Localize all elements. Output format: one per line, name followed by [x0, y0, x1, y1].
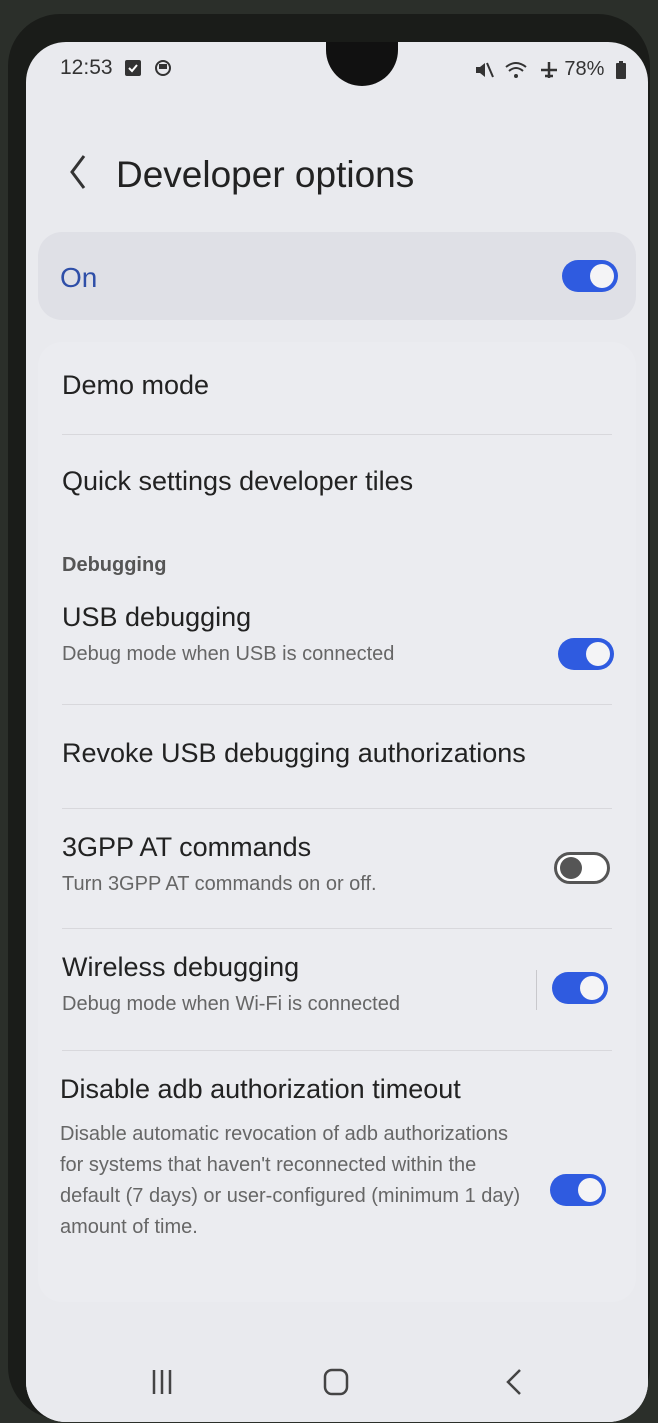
usb-debugging-item[interactable]: USB debugging Debug mode when USB is con… [62, 602, 602, 686]
item-separator [536, 970, 537, 1010]
divider [62, 808, 612, 809]
quick-settings-tiles-item[interactable]: Quick settings developer tiles [62, 466, 413, 497]
adb-timeout-subtitle: Disable automatic revocation of adb auth… [60, 1123, 521, 1238]
divider [62, 704, 612, 705]
divider [62, 1050, 612, 1051]
wireless-debugging-subtitle: Debug mode when Wi-Fi is connected [62, 993, 400, 1015]
adb-timeout-title: Disable adb authorization timeout [60, 1074, 461, 1104]
usb-debugging-title: USB debugging [62, 602, 252, 632]
chevron-left-icon [70, 155, 86, 189]
sync-icon [155, 60, 172, 77]
navigation-bar [26, 1342, 648, 1422]
recent-apps-icon [152, 1370, 172, 1394]
developer-options-master-switch[interactable]: On [38, 232, 636, 320]
status-bar-right: 78% [468, 58, 626, 81]
nav-back-button[interactable] [490, 1356, 542, 1408]
adb-authorization-timeout-item[interactable]: Disable adb authorization timeout Disabl… [60, 1074, 530, 1284]
status-time: 12:53 [60, 56, 113, 79]
back-arrow-icon [506, 1369, 521, 1395]
back-button[interactable] [62, 146, 94, 198]
airplane-icon [540, 61, 557, 78]
at-commands-item[interactable]: 3GPP AT commands Turn 3GPP AT commands o… [62, 832, 582, 910]
mute-icon [475, 62, 494, 78]
home-button[interactable] [310, 1356, 362, 1408]
at-commands-toggle[interactable] [554, 852, 610, 884]
recent-apps-button[interactable] [136, 1356, 188, 1408]
demo-mode-item[interactable]: Demo mode [62, 370, 209, 401]
at-commands-title: 3GPP AT commands [62, 832, 312, 862]
wireless-debugging-title: Wireless debugging [62, 952, 300, 982]
notification-icon [125, 60, 142, 77]
master-toggle[interactable] [562, 260, 618, 292]
status-bar-left: 12:53 [60, 56, 172, 80]
usb-debugging-toggle[interactable] [558, 638, 614, 670]
revoke-usb-authorizations-item[interactable]: Revoke USB debugging authorizations [62, 738, 526, 769]
phone-frame: 12:53 78% Developer options On Demo mode… [8, 14, 650, 1422]
usb-debugging-subtitle: Debug mode when USB is connected [62, 643, 395, 665]
debugging-section-header: Debugging [62, 554, 167, 576]
wireless-debugging-item[interactable]: Wireless debugging Debug mode when Wi-Fi… [62, 952, 532, 1032]
camera-notch [326, 42, 398, 86]
at-commands-subtitle: Turn 3GPP AT commands on or off. [62, 873, 377, 895]
settings-list: Demo mode Quick settings developer tiles… [38, 342, 636, 1302]
master-switch-label: On [60, 262, 98, 293]
battery-percent: 78% [564, 58, 605, 80]
screen: 12:53 78% Developer options On Demo mode… [26, 42, 648, 1422]
wireless-debugging-toggle[interactable] [552, 972, 608, 1004]
adb-timeout-toggle[interactable] [550, 1174, 606, 1206]
home-icon [323, 1368, 349, 1396]
battery-icon [616, 60, 626, 79]
wifi-icon [505, 61, 527, 78]
page-title: Developer options [116, 154, 415, 195]
divider [62, 434, 612, 435]
divider [62, 928, 612, 929]
